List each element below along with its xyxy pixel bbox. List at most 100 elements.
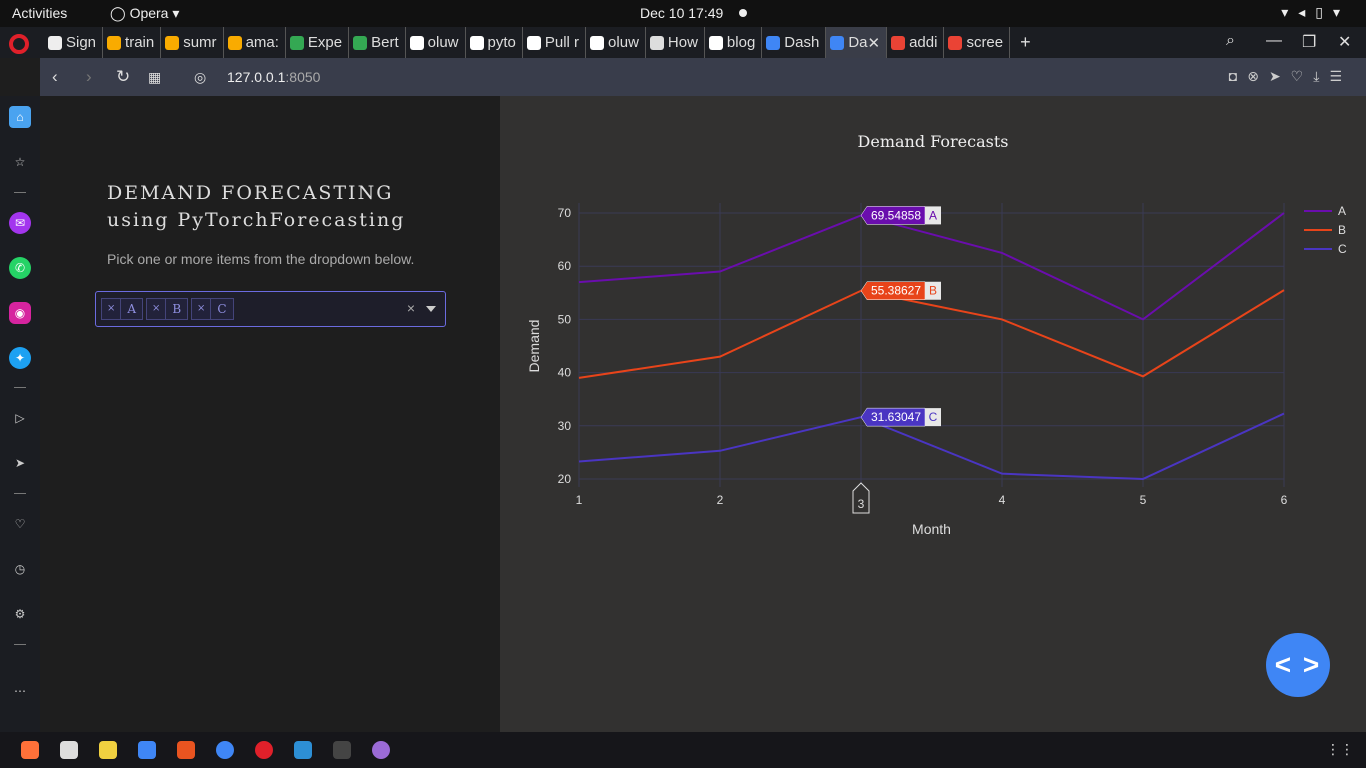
y-tick-label: 40	[558, 366, 572, 380]
forward-icon[interactable]: ›	[86, 67, 92, 87]
chart-panel: Demand Forecasts 20 30 40 50 60 70 1 2 4 5 6 3 Month…	[500, 96, 1366, 732]
remove-chip-icon[interactable]: ×	[192, 299, 212, 319]
remove-chip-icon[interactable]: ×	[102, 299, 122, 319]
software-icon[interactable]	[177, 741, 195, 759]
tab-14[interactable]: addi	[887, 27, 945, 58]
terminal-icon[interactable]	[333, 741, 351, 759]
whatsapp-icon[interactable]: ✆	[9, 257, 31, 279]
tab-11[interactable]: blog	[705, 27, 763, 58]
url-host: 127.0.0.1	[227, 69, 286, 85]
clear-selection-icon[interactable]: ×	[407, 300, 415, 316]
writer-icon[interactable]	[138, 741, 156, 759]
x-tick-label: 4	[999, 493, 1006, 507]
tab-3[interactable]: ama:	[224, 27, 286, 58]
heart-icon[interactable]: ♡	[1291, 68, 1314, 84]
selected-chip[interactable]: × B	[146, 298, 189, 320]
colab-icon	[165, 35, 180, 50]
wifi-icon: ▾	[1281, 4, 1299, 20]
tab-10[interactable]: How	[646, 27, 705, 58]
show-apps-icon[interactable]: ⋮⋮	[1326, 741, 1354, 758]
reload-icon[interactable]: ↻	[116, 67, 130, 87]
rhythmbox-icon[interactable]	[99, 741, 117, 759]
x-tick-label: 1	[576, 493, 583, 507]
flow-icon[interactable]: ➤	[9, 452, 31, 474]
tab-5[interactable]: Bert	[349, 27, 406, 58]
camera-icon[interactable]: ◘	[1229, 68, 1247, 84]
demand-line-chart[interactable]: 20 30 40 50 60 70 1 2 4 5 6 3 Month Demand 69.54858 A A 5…	[500, 96, 1366, 732]
opera-dock-icon[interactable]	[255, 741, 273, 759]
easy-setup-icon[interactable]: ☰	[1329, 68, 1352, 84]
y-tick-label: 70	[558, 206, 572, 220]
heart-sidebar-icon[interactable]: ♡	[9, 513, 31, 535]
battery-icon: ▯	[1315, 4, 1333, 20]
files-icon[interactable]	[60, 741, 78, 759]
url-field[interactable]: 127.0.0.1:8050	[227, 69, 320, 85]
tab-0[interactable]: Sign	[44, 27, 104, 58]
twitter-icon[interactable]: ✦	[9, 347, 31, 369]
opera-logo-icon[interactable]	[9, 34, 29, 54]
clock[interactable]: Dec 10 17:49	[640, 5, 723, 21]
app-icon[interactable]	[372, 741, 390, 759]
download-icon[interactable]: ⤓	[1313, 68, 1329, 84]
title-line-2: using PyTorchForecasting	[107, 209, 406, 231]
tab-label: Bert	[371, 34, 399, 51]
tab-4[interactable]: Expe	[286, 27, 350, 58]
activities-button[interactable]: Activities	[12, 5, 67, 21]
minimize-icon[interactable]: —	[1266, 32, 1282, 50]
tab-label: oluw	[427, 34, 459, 51]
back-icon[interactable]: ‹	[52, 67, 58, 87]
close-tab-icon[interactable]: ✕	[868, 34, 881, 52]
globe-icon: ◎	[194, 69, 207, 85]
power-icon: ▾	[1332, 4, 1350, 20]
tab-label: addi	[909, 34, 938, 51]
google-icon	[891, 35, 906, 50]
instagram-icon[interactable]: ◉	[9, 302, 31, 324]
close-window-icon[interactable]: ✕	[1338, 32, 1351, 52]
tab-9[interactable]: oluw	[586, 27, 646, 58]
item-multiselect-dropdown[interactable]: × A × B × C ×	[95, 291, 446, 327]
tab-label: Expe	[307, 34, 343, 51]
send-icon[interactable]: ➤	[1269, 68, 1291, 84]
tab-12[interactable]: Dash	[762, 27, 827, 58]
history-icon[interactable]: ◷	[9, 558, 31, 580]
sidebar-divider	[14, 387, 26, 388]
tab-15[interactable]: scree	[944, 27, 1011, 58]
more-icon[interactable]: ⋯	[9, 680, 31, 702]
url-port: :8050	[285, 69, 321, 85]
app-menu-opera[interactable]: ◯ Opera ▾	[110, 5, 179, 22]
address-actions: ◘⊗➤♡⤓☰	[1229, 68, 1352, 85]
tab-bar: Sign train sumr ama: Expe Bert oluw pyto Pull r o…	[0, 27, 1366, 58]
tab-6[interactable]: oluw	[406, 27, 466, 58]
notification-dot	[739, 9, 747, 17]
messenger-icon[interactable]: ✉	[9, 212, 31, 234]
series-line-B	[578, 289, 1285, 379]
maximize-icon[interactable]: ❐	[1302, 32, 1316, 52]
hover-value-A: 69.54858	[871, 208, 921, 222]
volume-icon: ◂	[1298, 4, 1316, 20]
y-tick-label: 30	[558, 419, 572, 433]
new-tab-icon[interactable]: +	[1010, 32, 1041, 53]
help-icon[interactable]	[216, 741, 234, 759]
tab-13[interactable]: Da ✕	[826, 27, 888, 58]
adblock-icon[interactable]: ⊗	[1247, 68, 1269, 84]
tab-8[interactable]: Pull r	[523, 27, 587, 58]
search-tabs-icon[interactable]: ⌕	[1226, 32, 1235, 50]
star-icon[interactable]: ☆	[9, 151, 31, 173]
dev-tools-button[interactable]: < >	[1266, 633, 1330, 697]
remove-chip-icon[interactable]: ×	[147, 299, 167, 319]
tab-grid-icon[interactable]: ▦	[148, 69, 161, 86]
x-tick-label: 5	[1140, 493, 1147, 507]
selected-chip[interactable]: × C	[191, 298, 234, 320]
tab-7[interactable]: pyto	[466, 27, 523, 58]
selected-chip[interactable]: × A	[101, 298, 144, 320]
vscode-icon[interactable]	[294, 741, 312, 759]
home-icon[interactable]: ⌂	[9, 106, 31, 128]
chevron-down-icon[interactable]	[426, 306, 436, 312]
system-tray[interactable]: ▾◂▯▾	[1281, 4, 1350, 21]
tab-2[interactable]: sumr	[161, 27, 224, 58]
settings-gear-icon[interactable]: ⚙	[9, 603, 31, 625]
tab-1[interactable]: train	[103, 27, 162, 58]
tab-label: Sign	[66, 34, 97, 51]
player-icon[interactable]: ▷	[9, 407, 31, 429]
firefox-icon[interactable]	[21, 741, 39, 759]
